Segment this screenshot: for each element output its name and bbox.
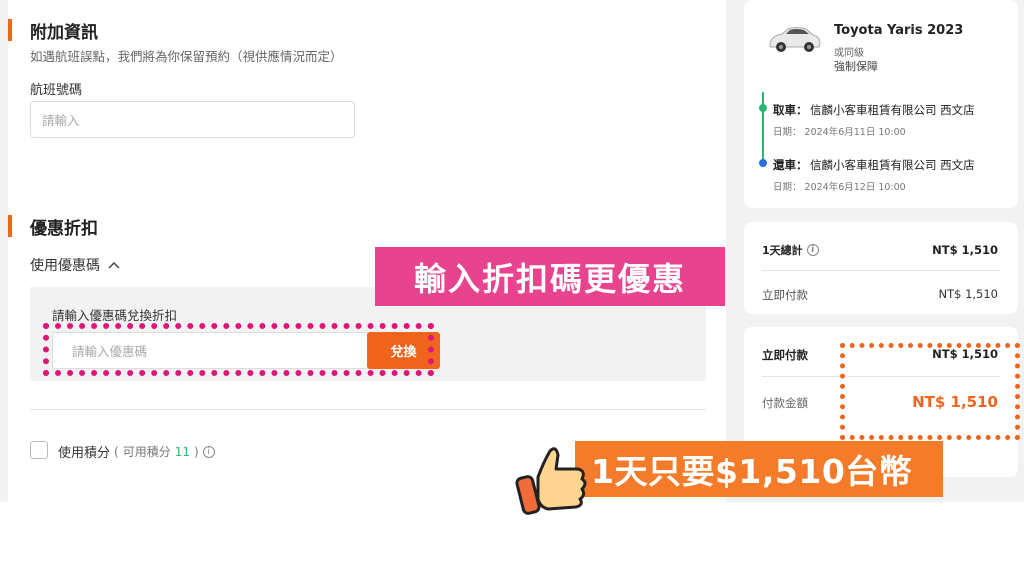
flight-number-input[interactable]: 請輸入	[30, 101, 355, 138]
chevron-up-icon	[108, 261, 120, 269]
divider	[30, 409, 706, 410]
payment-pay-now-label: 立即付款	[762, 348, 808, 362]
car-summary-card: Toyota Yaris 2023 或同級 強制保障 取車： 信麟小客車租賃有限…	[744, 0, 1018, 208]
timeline-line	[762, 92, 764, 164]
use-coupon-toggle[interactable]: 使用優惠碼	[30, 255, 120, 275]
pickup-date: 日期： 2024年6月11日 10:00	[773, 127, 906, 138]
extra-info-title: 附加資訊	[30, 23, 98, 43]
extra-info-description: 如遇航班誤點，我們將為你保留預約（視供應情況而定）	[30, 49, 343, 64]
return-location: 信麟小客車租賃有限公司 西文店	[810, 158, 975, 172]
return-dot	[759, 159, 767, 167]
divider	[762, 270, 1000, 271]
section-accent-bar	[8, 19, 12, 41]
coupon-prompt: 請輸入優惠碼兌換折扣	[52, 308, 178, 323]
points-open-paren: (	[114, 444, 119, 459]
points-prefix: 可用積分	[122, 445, 171, 459]
car-class: 或同級	[834, 48, 864, 59]
info-icon[interactable]: i	[202, 445, 215, 458]
points-value: 11	[174, 444, 190, 459]
use-points-row: 使用積分 ( 可用積分 11 ) i	[58, 442, 215, 461]
amount-label: 付款金額	[762, 396, 808, 410]
page: 附加資訊 如遇航班誤點，我們將為你保留預約（視供應情況而定） 航班號碼 請輸入 …	[0, 0, 1024, 564]
use-coupon-label: 使用優惠碼	[30, 258, 100, 274]
section-accent-bar	[8, 215, 12, 237]
return-label: 還車：	[773, 158, 808, 172]
use-points-checkbox[interactable]	[30, 441, 48, 459]
total-value: NT$ 1,510	[932, 243, 998, 257]
car-name: Toyota Yaris 2023	[834, 23, 964, 38]
info-icon[interactable]: i	[806, 244, 819, 256]
use-points-label: 使用積分	[58, 446, 111, 461]
price-summary-card: 1天總計 i NT$ 1,510 立即付款 NT$ 1,510	[744, 222, 1018, 314]
price-highlight-box	[840, 343, 1020, 440]
pay-now-label: 立即付款	[762, 288, 808, 302]
discount-title: 優惠折扣	[30, 219, 98, 239]
price-promo-banner: 1天只要$1,510台幣	[575, 441, 943, 497]
points-close-paren: )	[194, 444, 199, 459]
discount-promo-banner: 輸入折扣碼更優惠	[375, 247, 725, 306]
flight-number-label: 航班號碼	[30, 83, 83, 98]
car-insurance: 強制保障	[834, 60, 878, 73]
thumbs-up-icon	[515, 447, 587, 515]
car-image-icon	[769, 27, 821, 52]
return-date: 日期： 2024年6月12日 10:00	[773, 182, 906, 193]
total-label: 1天總計	[762, 244, 803, 257]
pickup-location: 信麟小客車租賃有限公司 西文店	[810, 103, 975, 117]
flight-number-placeholder: 請輸入	[42, 113, 80, 128]
pickup-label: 取車：	[773, 103, 808, 117]
pay-now-value: NT$ 1,510	[938, 287, 998, 301]
coupon-highlight-box	[43, 323, 434, 376]
pickup-dot	[759, 104, 767, 112]
total-row-label: 1天總計 i	[762, 242, 819, 258]
